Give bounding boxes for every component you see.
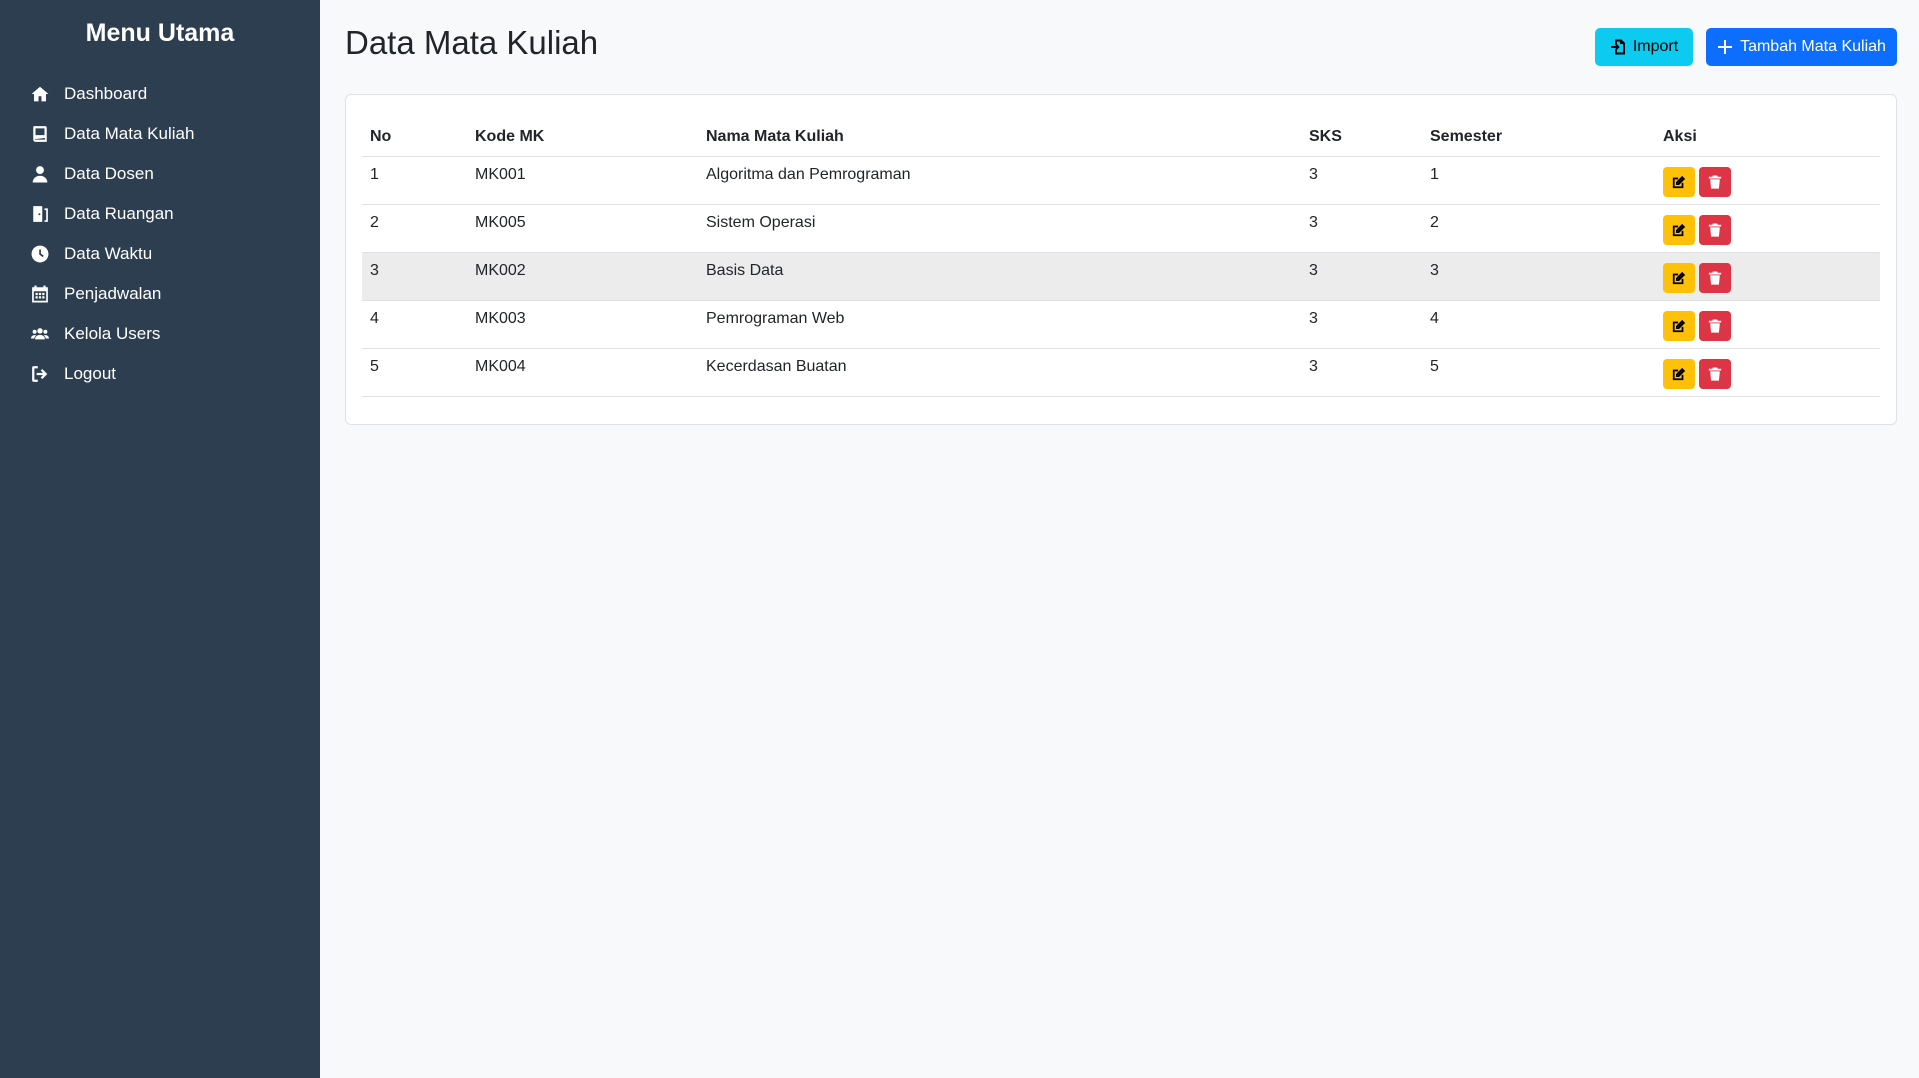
cell-kode: MK005 xyxy=(467,204,698,253)
cell-nama: Kecerdasan Buatan xyxy=(698,348,1301,397)
edit-button[interactable] xyxy=(1663,166,1695,197)
delete-button[interactable] xyxy=(1699,214,1731,245)
page-title: Data Mata Kuliah xyxy=(345,24,599,61)
table-card: No Kode MK Nama Mata Kuliah SKS Semester… xyxy=(345,94,1897,425)
cell-aksi xyxy=(1655,348,1880,397)
sidebar-item-data-waktu[interactable]: Data Waktu xyxy=(0,234,320,274)
cell-semester: 1 xyxy=(1422,156,1655,205)
mata-kuliah-table: No Kode MK Nama Mata Kuliah SKS Semester… xyxy=(362,111,1880,397)
trash-icon xyxy=(1708,174,1722,189)
cell-kode: MK004 xyxy=(467,348,698,397)
edit-button[interactable] xyxy=(1663,358,1695,389)
sidebar-item-label: Data Waktu xyxy=(64,244,153,263)
cell-nama: Sistem Operasi xyxy=(698,204,1301,253)
cell-aksi xyxy=(1655,252,1880,301)
user-icon xyxy=(30,164,50,184)
sidebar-item-label: Logout xyxy=(64,364,116,383)
table-row: 4 MK003 Pemrograman Web 3 4 xyxy=(362,300,1880,349)
sidebar-item-label: Data Dosen xyxy=(64,164,154,183)
trash-icon xyxy=(1708,318,1722,333)
column-header-no: No xyxy=(362,111,467,157)
column-header-aksi: Aksi xyxy=(1655,111,1880,157)
import-button-label: Import xyxy=(1632,38,1679,55)
cell-aksi xyxy=(1655,204,1880,253)
delete-button[interactable] xyxy=(1699,310,1731,341)
cell-nama: Pemrograman Web xyxy=(698,300,1301,349)
cell-kode: MK001 xyxy=(467,156,698,205)
column-header-sks: SKS xyxy=(1301,111,1422,157)
sidebar-item-label: Data Ruangan xyxy=(64,204,174,223)
edit-icon xyxy=(1672,223,1686,236)
table-row: 3 MK002 Basis Data 3 3 xyxy=(362,252,1880,301)
cell-semester: 2 xyxy=(1422,204,1655,253)
users-icon xyxy=(30,324,50,344)
add-mata-kuliah-button[interactable]: Tambah Mata Kuliah xyxy=(1706,28,1897,66)
edit-button[interactable] xyxy=(1663,310,1695,341)
home-icon xyxy=(30,84,50,104)
add-button-label: Tambah Mata Kuliah xyxy=(1740,38,1886,55)
table-row: 2 MK005 Sistem Operasi 3 2 xyxy=(362,204,1880,253)
plus-icon xyxy=(1718,40,1733,54)
trash-icon xyxy=(1708,270,1722,285)
cell-semester: 4 xyxy=(1422,300,1655,349)
delete-button[interactable] xyxy=(1699,358,1731,389)
cell-nama: Algoritma dan Pemrograman xyxy=(698,156,1301,205)
delete-button[interactable] xyxy=(1699,166,1731,197)
cell-sks: 3 xyxy=(1301,300,1422,349)
book-icon xyxy=(30,124,50,144)
cell-nama: Basis Data xyxy=(698,252,1301,301)
sidebar-item-logout[interactable]: Logout xyxy=(0,354,320,394)
table-row: 1 MK001 Algoritma dan Pemrograman 3 1 xyxy=(362,156,1880,205)
table-row: 5 MK004 Kecerdasan Buatan 3 5 xyxy=(362,348,1880,397)
cell-aksi xyxy=(1655,156,1880,205)
cell-kode: MK002 xyxy=(467,252,698,301)
cell-no: 2 xyxy=(362,204,467,253)
clock-icon xyxy=(30,244,50,264)
cell-no: 4 xyxy=(362,300,467,349)
main-content: Data Mata Kuliah Import Tambah Mata Kuli… xyxy=(320,0,1919,1078)
delete-button[interactable] xyxy=(1699,262,1731,293)
cell-no: 5 xyxy=(362,348,467,397)
sidebar-item-data-dosen[interactable]: Data Dosen xyxy=(0,154,320,194)
cell-sks: 3 xyxy=(1301,204,1422,253)
cell-semester: 5 xyxy=(1422,348,1655,397)
sidebar-item-label: Data Mata Kuliah xyxy=(64,124,195,143)
cell-sks: 3 xyxy=(1301,348,1422,397)
sidebar-item-data-mata-kuliah[interactable]: Data Mata Kuliah xyxy=(0,114,320,154)
sidebar-title: Menu Utama xyxy=(85,19,235,47)
column-header-kode-mk: Kode MK xyxy=(467,111,698,157)
edit-button[interactable] xyxy=(1663,214,1695,245)
sidebar-item-data-ruangan[interactable]: Data Ruangan xyxy=(0,194,320,234)
cell-kode: MK003 xyxy=(467,300,698,349)
edit-icon xyxy=(1672,367,1686,380)
cell-no: 1 xyxy=(362,156,467,205)
import-button[interactable]: Import xyxy=(1595,28,1693,66)
sidebar-item-label: Dashboard xyxy=(64,84,148,103)
sidebar-item-dashboard[interactable]: Dashboard xyxy=(0,74,320,114)
cell-sks: 3 xyxy=(1301,156,1422,205)
file-import-icon xyxy=(1610,39,1625,55)
cell-semester: 3 xyxy=(1422,252,1655,301)
sidebar: Menu Utama Dashboard Data Mata Kuliah Da… xyxy=(0,0,320,1078)
edit-icon xyxy=(1672,175,1686,188)
column-header-semester: Semester xyxy=(1422,111,1655,157)
cell-no: 3 xyxy=(362,252,467,301)
sidebar-item-penjadwalan[interactable]: Penjadwalan xyxy=(0,274,320,314)
sidebar-item-label: Kelola Users xyxy=(64,324,161,343)
logout-icon xyxy=(30,364,50,384)
door-icon xyxy=(30,204,50,224)
cell-sks: 3 xyxy=(1301,252,1422,301)
cell-aksi xyxy=(1655,300,1880,349)
edit-icon xyxy=(1672,319,1686,332)
calendar-icon xyxy=(30,284,50,304)
sidebar-item-kelola-users[interactable]: Kelola Users xyxy=(0,314,320,354)
column-header-nama-mata-kuliah: Nama Mata Kuliah xyxy=(698,111,1301,157)
sidebar-item-label: Penjadwalan xyxy=(64,284,162,303)
trash-icon xyxy=(1708,366,1722,381)
edit-icon xyxy=(1672,271,1686,284)
trash-icon xyxy=(1708,222,1722,237)
sidebar-nav: Dashboard Data Mata Kuliah Data Dosen Da… xyxy=(0,74,320,394)
table-header-row: No Kode MK Nama Mata Kuliah SKS Semester… xyxy=(362,111,1880,157)
edit-button[interactable] xyxy=(1663,262,1695,293)
